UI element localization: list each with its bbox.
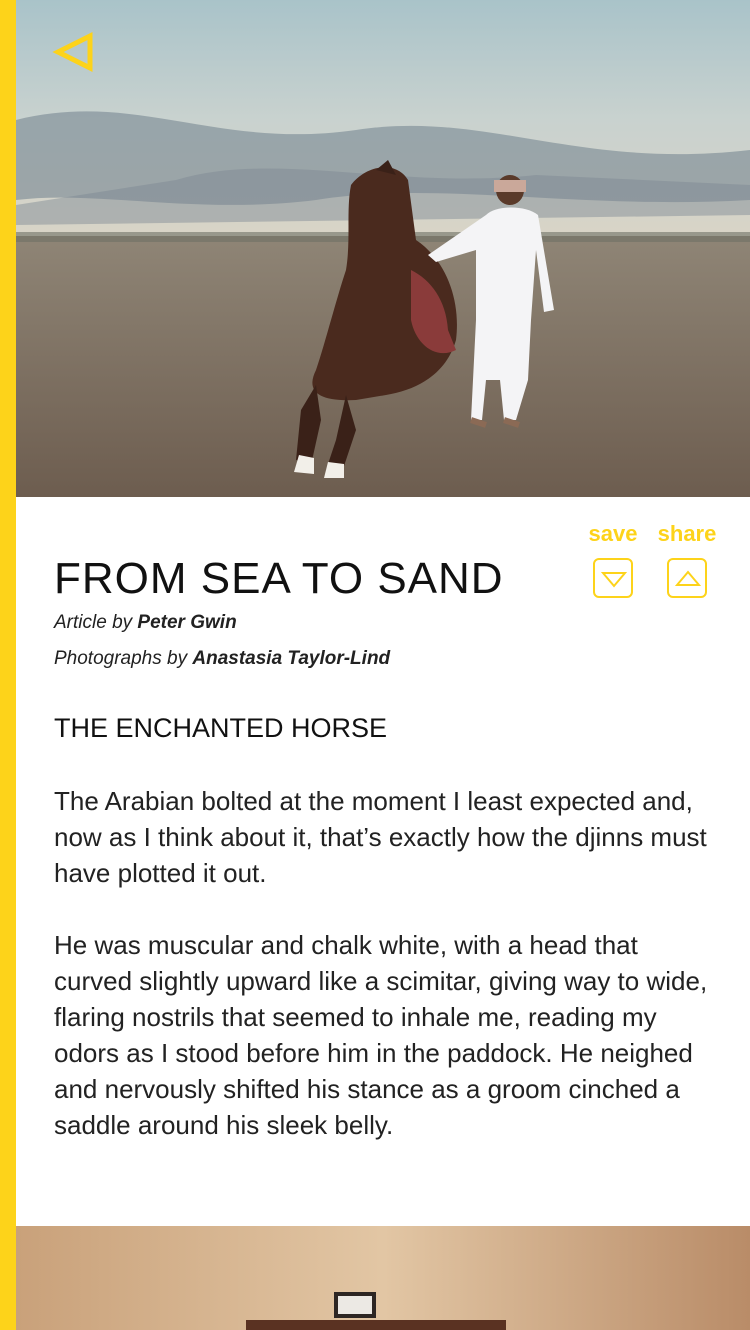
hero-photo [16,0,750,497]
save-button[interactable]: save [580,520,646,598]
share-button[interactable]: share [654,520,720,598]
photographer-name: Anastasia Taylor-Lind [192,648,391,669]
author-prefix: Article by [54,612,133,633]
author-name: Peter Gwin [137,612,237,633]
section-heading: THE ENCHANTED HORSE [54,713,388,743]
next-photo [16,1226,750,1330]
article-actions: save share [586,520,736,610]
article-title: FROM SEA TO SAND [54,554,504,603]
photographer-byline: Photographs by Anastasia Taylor-Lind [54,647,390,671]
article-page: save share FROM SEA TO SAND Article by P… [0,0,750,1330]
save-icon-box [593,558,633,598]
share-label: share [657,521,717,546]
share-icon-box [667,558,707,598]
author-byline: Article by Peter Gwin [54,611,237,635]
body-paragraph: The Arabian bolted at the moment I least… [54,786,707,888]
down-triangle-icon [601,572,627,588]
up-triangle-icon [675,570,701,586]
back-button[interactable] [52,30,98,76]
save-label: save [588,521,638,546]
back-triangle-icon [52,31,93,73]
accent-rail [0,0,16,1330]
photographer-prefix: Photographs by [54,648,188,669]
body-paragraph: He was muscular and chalk white, with a … [54,930,708,1140]
